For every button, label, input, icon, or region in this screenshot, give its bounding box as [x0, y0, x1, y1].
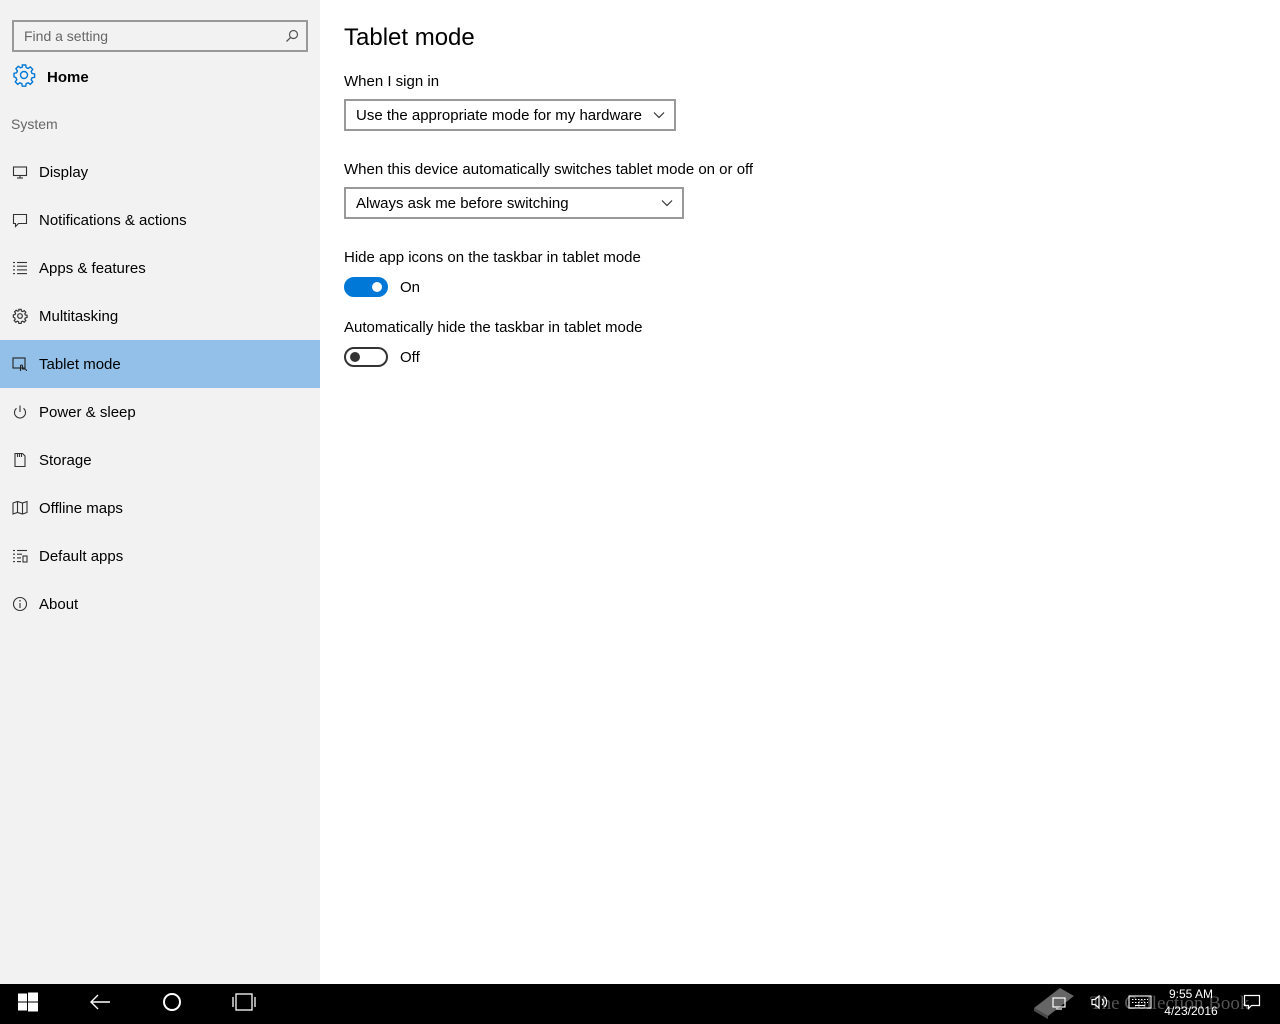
- cortana-button[interactable]: [144, 984, 200, 1024]
- toggle-knob: [372, 282, 382, 292]
- sidebar-item-power-sleep[interactable]: Power & sleep: [0, 388, 320, 436]
- search-icon[interactable]: [278, 22, 306, 50]
- search-box[interactable]: [12, 20, 308, 52]
- toggle-knob: [350, 352, 360, 362]
- section-label-system: System: [11, 116, 58, 132]
- clock-date: 4/23/2016: [1164, 1004, 1218, 1018]
- sign-in-mode-value: Use the appropriate mode for my hardware: [356, 106, 642, 124]
- info-icon: [11, 595, 29, 613]
- back-button[interactable]: [72, 984, 128, 1024]
- sidebar-item-label: Multitasking: [39, 307, 119, 325]
- search-input[interactable]: [14, 28, 278, 44]
- auto-hide-taskbar-label: Automatically hide the taskbar in tablet…: [344, 319, 643, 336]
- sign-in-label: When I sign in: [344, 73, 440, 90]
- default-apps-icon: [11, 547, 29, 565]
- sign-in-mode-dropdown[interactable]: Use the appropriate mode for my hardware: [344, 99, 676, 131]
- power-icon: [11, 403, 29, 421]
- sidebar-item-apps-features[interactable]: Apps & features: [0, 244, 320, 292]
- sidebar-item-label: Power & sleep: [39, 403, 136, 421]
- back-arrow-icon: [89, 994, 111, 1015]
- sidebar-item-label: About: [39, 595, 79, 613]
- sidebar-item-label: Tablet mode: [39, 355, 121, 373]
- multitasking-icon: [11, 307, 29, 325]
- auto-hide-taskbar-setting: Off: [344, 347, 420, 367]
- clock[interactable]: 9:55 AM 4/23/2016: [1158, 986, 1224, 1020]
- auto-switch-dropdown[interactable]: Always ask me before switching: [344, 187, 684, 219]
- sidebar-item-display[interactable]: Display: [0, 148, 320, 196]
- hide-app-icons-setting: On: [344, 277, 420, 297]
- auto-switch-value: Always ask me before switching: [356, 194, 569, 212]
- sidebar-nav: Display Notifications & actions Apps & f…: [0, 148, 320, 628]
- volume-button[interactable]: [1086, 984, 1114, 1024]
- keyboard-icon: [1128, 994, 1152, 1014]
- action-center-button[interactable]: [1238, 984, 1266, 1024]
- hide-app-icons-toggle[interactable]: [344, 277, 388, 297]
- page-title: Tablet mode: [344, 24, 475, 51]
- task-view-button[interactable]: [216, 984, 272, 1024]
- windows-start-icon: [18, 992, 38, 1017]
- network-icon: [1051, 994, 1069, 1015]
- sidebar-item-multitasking[interactable]: Multitasking: [0, 292, 320, 340]
- sidebar-item-storage[interactable]: Storage: [0, 436, 320, 484]
- taskbar: The Collection Book 9:55 AM 4/23/2016: [0, 984, 1280, 1024]
- notifications-icon: [11, 211, 29, 229]
- apps-list-icon: [11, 259, 29, 277]
- map-icon: [11, 499, 29, 517]
- action-center-icon: [1243, 994, 1261, 1015]
- tablet-mode-icon: [11, 355, 29, 373]
- sidebar-item-offline-maps[interactable]: Offline maps: [0, 484, 320, 532]
- sidebar-item-label: Offline maps: [39, 499, 123, 517]
- hide-app-icons-label: Hide app icons on the taskbar in tablet …: [344, 249, 641, 266]
- volume-icon: [1090, 994, 1110, 1015]
- touch-keyboard-button[interactable]: [1126, 984, 1154, 1024]
- auto-hide-taskbar-toggle[interactable]: [344, 347, 388, 367]
- clock-time: 9:55 AM: [1168, 987, 1214, 1001]
- sidebar-item-about[interactable]: About: [0, 580, 320, 628]
- gear-icon: [12, 63, 36, 92]
- auto-switch-label: When this device automatically switches …: [344, 161, 754, 178]
- chevron-down-icon: [644, 111, 674, 119]
- toggle-state-label: On: [400, 278, 421, 296]
- network-button[interactable]: [1046, 984, 1074, 1024]
- storage-icon: [11, 451, 29, 469]
- chevron-down-icon: [652, 199, 682, 207]
- start-button[interactable]: [0, 984, 56, 1024]
- sidebar-item-label: Apps & features: [39, 259, 146, 277]
- home-link[interactable]: Home: [12, 62, 89, 92]
- sidebar-item-default-apps[interactable]: Default apps: [0, 532, 320, 580]
- sidebar-item-label: Display: [39, 163, 89, 181]
- home-label: Home: [47, 68, 89, 86]
- display-icon: [11, 163, 29, 181]
- sidebar-item-notifications[interactable]: Notifications & actions: [0, 196, 320, 244]
- sidebar-item-label: Default apps: [39, 547, 124, 565]
- sidebar: Home System Display Notifications & acti…: [0, 0, 320, 984]
- cortana-circle-icon: [162, 992, 182, 1017]
- task-view-icon: [231, 992, 257, 1017]
- sidebar-item-tablet-mode[interactable]: Tablet mode: [0, 340, 320, 388]
- toggle-state-label: Off: [400, 348, 420, 366]
- sidebar-item-label: Storage: [39, 451, 92, 469]
- sidebar-item-label: Notifications & actions: [39, 211, 187, 229]
